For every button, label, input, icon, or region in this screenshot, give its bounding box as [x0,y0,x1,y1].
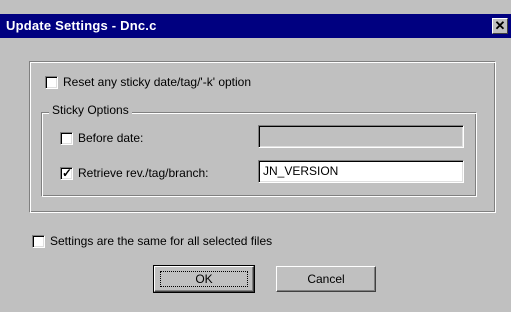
title-bar: Update Settings - Dnc.c ✕ [0,14,511,38]
retrieve-row[interactable]: ✓ Retrieve rev./tag/branch: [60,166,209,180]
same-settings-label: Settings are the same for all selected f… [50,234,273,248]
before-date-row[interactable]: Before date: [60,131,143,145]
reset-option-row[interactable]: Reset any sticky date/tag/'-k' option [45,75,251,89]
retrieve-checkbox[interactable]: ✓ [60,165,73,180]
before-date-label: Before date: [78,131,144,145]
same-settings-row[interactable]: Settings are the same for all selected f… [32,234,272,248]
cancel-button[interactable]: Cancel [276,266,376,292]
focus-rect [160,271,248,287]
checkmark-icon: ✓ [62,165,73,180]
window-title: Update Settings - Dnc.c [6,18,157,33]
before-date-field[interactable] [258,125,464,148]
close-icon: ✕ [494,18,506,33]
update-settings-dialog: Update Settings - Dnc.c ✕ Reset any stic… [0,0,511,312]
reset-label: Reset any sticky date/tag/'-k' option [63,75,252,89]
cancel-button-label: Cancel [307,272,345,286]
same-settings-checkbox[interactable] [32,234,45,248]
close-button[interactable]: ✕ [492,18,508,34]
ok-button[interactable]: OK [153,265,255,293]
retrieve-label: Retrieve rev./tag/branch: [78,166,209,180]
sticky-options-legend: Sticky Options [49,103,132,117]
before-date-checkbox[interactable] [60,131,73,145]
reset-checkbox[interactable] [45,75,58,89]
retrieve-field[interactable]: JN_VERSION [258,160,464,183]
